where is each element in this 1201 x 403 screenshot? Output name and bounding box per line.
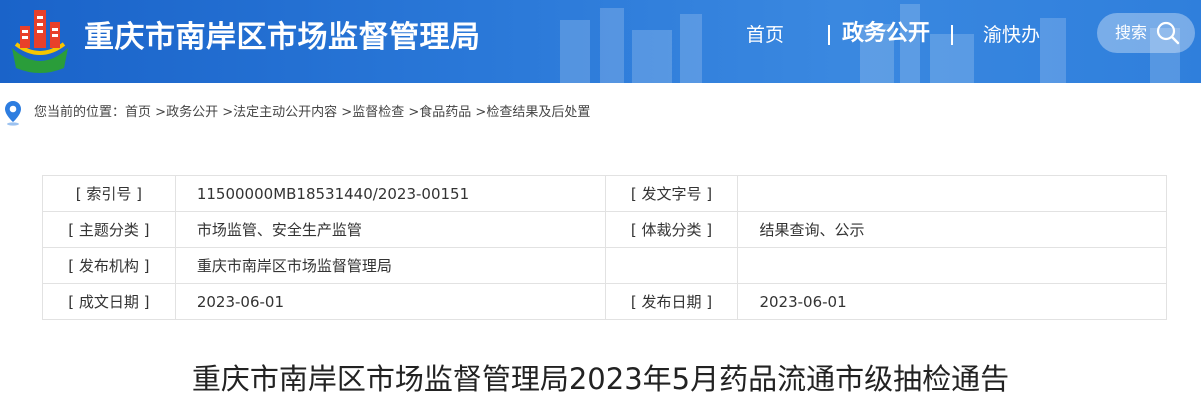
table-row: [ 成文日期 ] 2023-06-01 [ 发布日期 ] 2023-06-01 xyxy=(42,283,1167,320)
location-pin-icon xyxy=(5,101,21,126)
table-row: [ 主题分类 ] 市场监管、安全生产监管 [ 体裁分类 ] 结果查询、公示 xyxy=(42,211,1167,248)
breadcrumb-separator: > xyxy=(222,105,234,120)
meta-key-written-date: [ 成文日期 ] xyxy=(42,283,176,320)
meta-value-publisher: 重庆市南岸区市场监督管理局 xyxy=(174,247,606,284)
meta-value-empty xyxy=(737,247,1167,284)
meta-key-genre: [ 体裁分类 ] xyxy=(604,211,739,248)
table-row: [ 索引号 ] 11500000MB18531440/2023-00151 [ … xyxy=(42,175,1167,212)
search-icon xyxy=(1156,21,1180,45)
breadcrumb-separator: > xyxy=(475,105,487,120)
meta-key-index-number: [ 索引号 ] xyxy=(42,175,176,212)
meta-key-publisher: [ 发布机构 ] xyxy=(42,247,176,284)
breadcrumb-item-government-affairs[interactable]: 政务公开 xyxy=(166,105,218,120)
site-title[interactable]: 重庆市南岸区市场监督管理局 xyxy=(84,15,481,61)
nav-separator xyxy=(828,25,830,45)
search-button[interactable]: 搜索 xyxy=(1097,13,1195,53)
meta-value-document-number xyxy=(737,175,1167,212)
breadcrumb-prefix: 您当前的位置： xyxy=(34,105,126,120)
breadcrumb-item-supervision[interactable]: 监督检查 xyxy=(352,105,404,120)
meta-value-index-number: 11500000MB18531440/2023-00151 xyxy=(174,175,606,212)
meta-key-topic: [ 主题分类 ] xyxy=(42,211,176,248)
search-label: 搜索 xyxy=(1115,23,1148,42)
meta-value-publish-date: 2023-06-01 xyxy=(737,283,1167,320)
breadcrumb-trail: 您当前的位置：首页 >政务公开 >法定主动公开内容 >监督检查 >食品药品 >检… xyxy=(34,98,590,128)
site-header: 重庆市南岸区市场监督管理局 首页 政务公开 渝快办 搜索 xyxy=(0,0,1201,83)
breadcrumb-separator: > xyxy=(155,105,167,120)
breadcrumb-item-inspection-results[interactable]: 检查结果及后处置 xyxy=(486,105,590,120)
meta-value-written-date: 2023-06-01 xyxy=(174,283,606,320)
breadcrumb-separator: > xyxy=(341,105,353,120)
meta-value-topic: 市场监管、安全生产监管 xyxy=(174,211,606,248)
nav-government-affairs[interactable]: 政务公开 xyxy=(842,21,930,47)
table-row: [ 发布机构 ] 重庆市南岸区市场监督管理局 xyxy=(42,247,1167,284)
breadcrumb-item-food-drugs[interactable]: 食品药品 xyxy=(419,105,471,120)
breadcrumb-item-home[interactable]: 首页 xyxy=(125,105,151,120)
breadcrumb-separator: > xyxy=(408,105,420,120)
document-title: 重庆市南岸区市场监督管理局2023年5月药品流通市级抽检通告 xyxy=(191,362,1010,396)
document-metadata-table: [ 索引号 ] 11500000MB18531440/2023-00151 [ … xyxy=(42,175,1167,320)
meta-key-document-number: [ 发文字号 ] xyxy=(604,175,739,212)
emblem-logo xyxy=(12,10,68,73)
meta-key-empty xyxy=(604,247,739,284)
nav-home[interactable]: 首页 xyxy=(746,22,784,48)
meta-value-genre: 结果查询、公示 xyxy=(737,211,1167,248)
meta-key-publish-date: [ 发布日期 ] xyxy=(604,283,739,320)
breadcrumb-item-statutory-disclosure[interactable]: 法定主动公开内容 xyxy=(233,105,337,120)
nav-yukuaiban[interactable]: 渝快办 xyxy=(983,22,1040,48)
nav-separator xyxy=(951,25,953,45)
